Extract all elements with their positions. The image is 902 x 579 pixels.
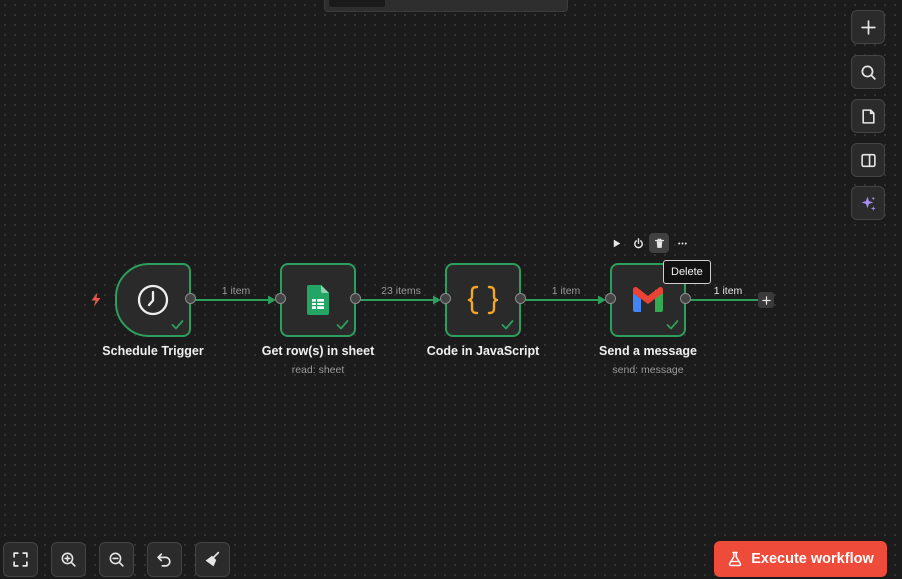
node-title-get-rows: Get row(s) in sheet: [261, 344, 375, 358]
zoom-out-button[interactable]: [99, 542, 134, 577]
output-handle-sheet[interactable]: [350, 293, 361, 304]
tidy-up-icon: [205, 551, 220, 567]
execute-workflow-button[interactable]: Execute workflow: [714, 541, 887, 577]
success-check-icon: [501, 320, 514, 330]
node-schedule-trigger[interactable]: [115, 263, 191, 337]
success-check-icon: [666, 320, 679, 330]
output-handle-trigger[interactable]: [185, 293, 196, 304]
trigger-bolt-icon: [91, 292, 101, 307]
edge-label-code-gmail: 1 item: [551, 285, 581, 297]
input-handle-gmail[interactable]: [605, 293, 616, 304]
fit-view-icon: [13, 552, 28, 567]
node-execute-step-button[interactable]: [606, 233, 626, 253]
gmail-icon: [633, 287, 663, 312]
more-icon: [677, 242, 687, 244]
node-title-schedule-trigger: Schedule Trigger: [102, 344, 204, 358]
node-code-in-javascript[interactable]: [445, 263, 521, 337]
add-next-node-button[interactable]: [758, 292, 774, 308]
input-handle-sheet[interactable]: [275, 293, 286, 304]
undo-icon: [157, 553, 171, 567]
clock-icon: [137, 284, 169, 316]
zoom-in-icon: [61, 552, 76, 567]
fit-view-button[interactable]: [3, 542, 38, 577]
tidy-up-button[interactable]: [195, 542, 230, 577]
node-subtitle-get-rows: read: sheet: [291, 364, 345, 376]
flask-icon: [729, 551, 742, 567]
edge-label-trigger-sheet: 1 item: [221, 285, 251, 297]
undo-button[interactable]: [147, 542, 182, 577]
node-get-rows-in-sheet[interactable]: [280, 263, 356, 337]
delete-tooltip: Delete: [663, 260, 711, 284]
plus-icon: [761, 295, 771, 305]
code-braces-icon: [467, 285, 499, 315]
node-more-options-button[interactable]: [672, 233, 692, 253]
edge-label-sheet-code: 23 items: [381, 285, 421, 297]
play-icon: [613, 239, 620, 247]
node-delete-button[interactable]: [649, 233, 669, 253]
execute-workflow-label: Execute workflow: [751, 551, 874, 567]
trash-icon: [654, 238, 664, 248]
input-handle-code[interactable]: [440, 293, 451, 304]
power-icon: [633, 237, 643, 248]
node-title-code: Code in JavaScript: [426, 344, 540, 358]
node-title-send-message: Send a message: [599, 344, 697, 358]
zoom-in-button[interactable]: [51, 542, 86, 577]
node-deactivate-button[interactable]: [628, 233, 648, 253]
node-subtitle-send-message: send: message: [612, 364, 684, 376]
edge-label-gmail-output: 1 item: [713, 285, 743, 297]
success-check-icon: [171, 320, 184, 330]
google-sheets-icon: [307, 285, 329, 315]
zoom-out-icon: [109, 552, 124, 567]
success-check-icon: [336, 320, 349, 330]
output-handle-gmail[interactable]: [680, 293, 691, 304]
output-handle-code[interactable]: [515, 293, 526, 304]
